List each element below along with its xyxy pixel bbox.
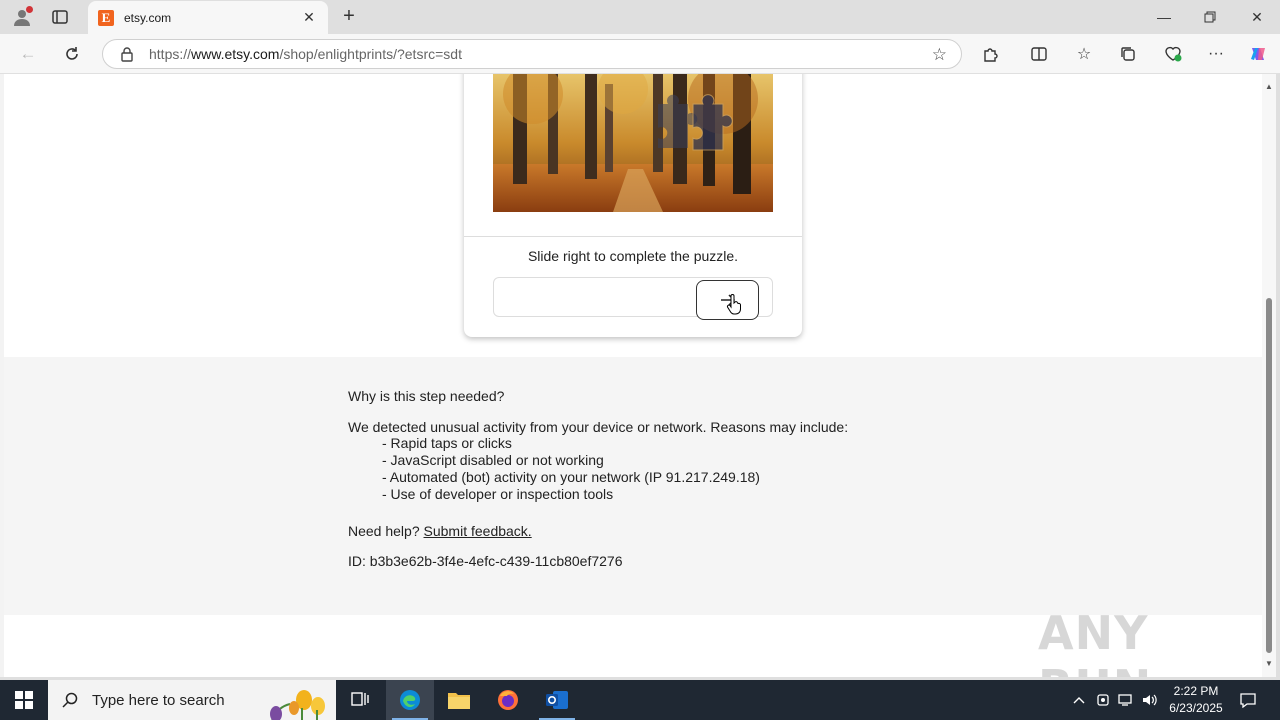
detected-text: We detected unusual activity from your d… — [348, 419, 849, 435]
page-scrollbar[interactable]: ▲ ▼ — [1262, 74, 1276, 677]
list-item: - JavaScript disabled or not working — [382, 452, 604, 468]
taskbar-search-box[interactable]: Type here to search — [48, 680, 336, 720]
close-window-button[interactable]: ✕ — [1234, 0, 1280, 34]
help-line: Need help? Submit feedback. — [348, 523, 848, 539]
scroll-up-icon[interactable]: ▲ — [1265, 82, 1273, 91]
network-icon[interactable] — [1117, 680, 1135, 720]
taskbar-file-explorer[interactable] — [435, 680, 483, 720]
extensions-icon[interactable] — [980, 43, 1002, 65]
taskbar-clock[interactable]: 2:22 PM 6/23/2025 — [1160, 683, 1232, 717]
help-prefix: Need help? — [348, 523, 420, 539]
submit-feedback-link[interactable]: Submit feedback. — [424, 523, 532, 539]
captcha-card: Slide right to complete the puzzle. — [464, 74, 802, 337]
start-button[interactable] — [0, 680, 48, 720]
new-tab-button[interactable]: + — [338, 6, 360, 28]
profile-avatar[interactable] — [10, 5, 34, 29]
etsy-favicon-icon: E — [98, 9, 114, 26]
scroll-down-icon[interactable]: ▼ — [1265, 659, 1273, 668]
tab-actions-button[interactable] — [50, 7, 70, 27]
tab-etsy[interactable]: E etsy.com ✕ — [88, 1, 328, 34]
settings-more-icon[interactable]: ··· — [1205, 43, 1227, 65]
search-highlight-flowers-icon — [270, 690, 325, 720]
refresh-button[interactable] — [60, 42, 84, 66]
browser-toolbar: ← https://www.etsy.com/shop/enlightprint… — [0, 34, 1280, 74]
list-item: - Use of developer or inspection tools — [382, 486, 614, 502]
clock-time: 2:22 PM — [1173, 684, 1219, 698]
puzzle-instruction: Slide right to complete the puzzle. — [527, 248, 739, 264]
copilot-icon[interactable] — [1247, 43, 1269, 65]
task-view-button[interactable] — [336, 680, 384, 720]
anyrun-watermark: ANY RUN — [1038, 606, 1151, 677]
folder-icon — [448, 693, 470, 709]
taskbar-firefox[interactable] — [484, 680, 532, 720]
puzzle-image — [493, 74, 773, 212]
notification-center-button[interactable] — [1236, 680, 1260, 720]
site-info-lock-icon[interactable] — [119, 46, 135, 62]
url-text[interactable]: https://www.etsy.com/shop/enlightprints/… — [149, 46, 462, 62]
address-bar[interactable]: https://www.etsy.com/shop/enlightprints/… — [102, 39, 962, 69]
refresh-icon — [66, 47, 78, 60]
back-button[interactable]: ← — [16, 42, 40, 66]
meet-now-icon[interactable] — [1094, 680, 1112, 720]
url-path: /shop/enlightprints/?etsrc=sdt — [279, 46, 462, 62]
scroll-thumb[interactable] — [1266, 298, 1272, 653]
card-divider — [464, 236, 802, 237]
taskbar-outlook[interactable] — [533, 680, 581, 720]
minimize-button[interactable]: — — [1141, 0, 1187, 34]
page-viewport: Slide right to complete the puzzle. Why … — [4, 74, 1262, 677]
task-view-icon — [351, 692, 369, 706]
firefox-icon — [498, 690, 518, 710]
notification-icon — [1240, 693, 1256, 708]
restore-icon — [1204, 11, 1216, 23]
favorites-icon[interactable]: ☆ — [1073, 43, 1095, 65]
hand-cursor-icon — [726, 294, 741, 315]
search-icon — [62, 692, 78, 708]
windows-logo-icon — [15, 691, 33, 709]
window-edge — [1276, 74, 1280, 680]
list-item: - Automated (bot) activity on your netwo… — [382, 469, 760, 485]
taskbar: Type here to search 2:22 PM 6/23/2025 — [0, 680, 1280, 720]
why-heading: Why is this step needed? — [348, 388, 505, 404]
volume-icon[interactable] — [1141, 680, 1159, 720]
url-scheme: https:// — [149, 46, 192, 62]
reasons-list: - Rapid taps or clicks - JavaScript disa… — [382, 435, 848, 503]
browser-title-bar: E etsy.com ✕ + — ✕ — [0, 0, 1280, 34]
search-placeholder: Type here to search — [92, 691, 225, 709]
favorite-star-icon[interactable]: ☆ — [932, 45, 947, 65]
notification-dot — [26, 6, 33, 13]
show-hidden-icons-button[interactable] — [1070, 680, 1088, 720]
url-host: www.etsy.com — [191, 46, 280, 62]
restore-button[interactable] — [1187, 0, 1233, 34]
request-id: ID: b3b3e62b-3f4e-4efc-c439-11cb80ef7276 — [348, 553, 623, 569]
browser-essentials-icon[interactable] — [1162, 43, 1184, 65]
edge-icon — [400, 690, 420, 710]
close-tab-icon[interactable]: ✕ — [300, 9, 318, 26]
chevron-up-icon — [1073, 697, 1085, 704]
tab-actions-icon — [52, 10, 68, 24]
split-screen-icon[interactable] — [1028, 43, 1050, 65]
info-section: Why is this step needed? We detected unu… — [4, 357, 1262, 615]
collections-icon[interactable] — [1117, 43, 1139, 65]
tab-title: etsy.com — [124, 10, 172, 25]
taskbar-edge[interactable] — [386, 680, 434, 720]
clock-date: 6/23/2025 — [1169, 701, 1223, 715]
outlook-icon — [546, 691, 568, 709]
list-item: - Rapid taps or clicks — [382, 435, 512, 451]
